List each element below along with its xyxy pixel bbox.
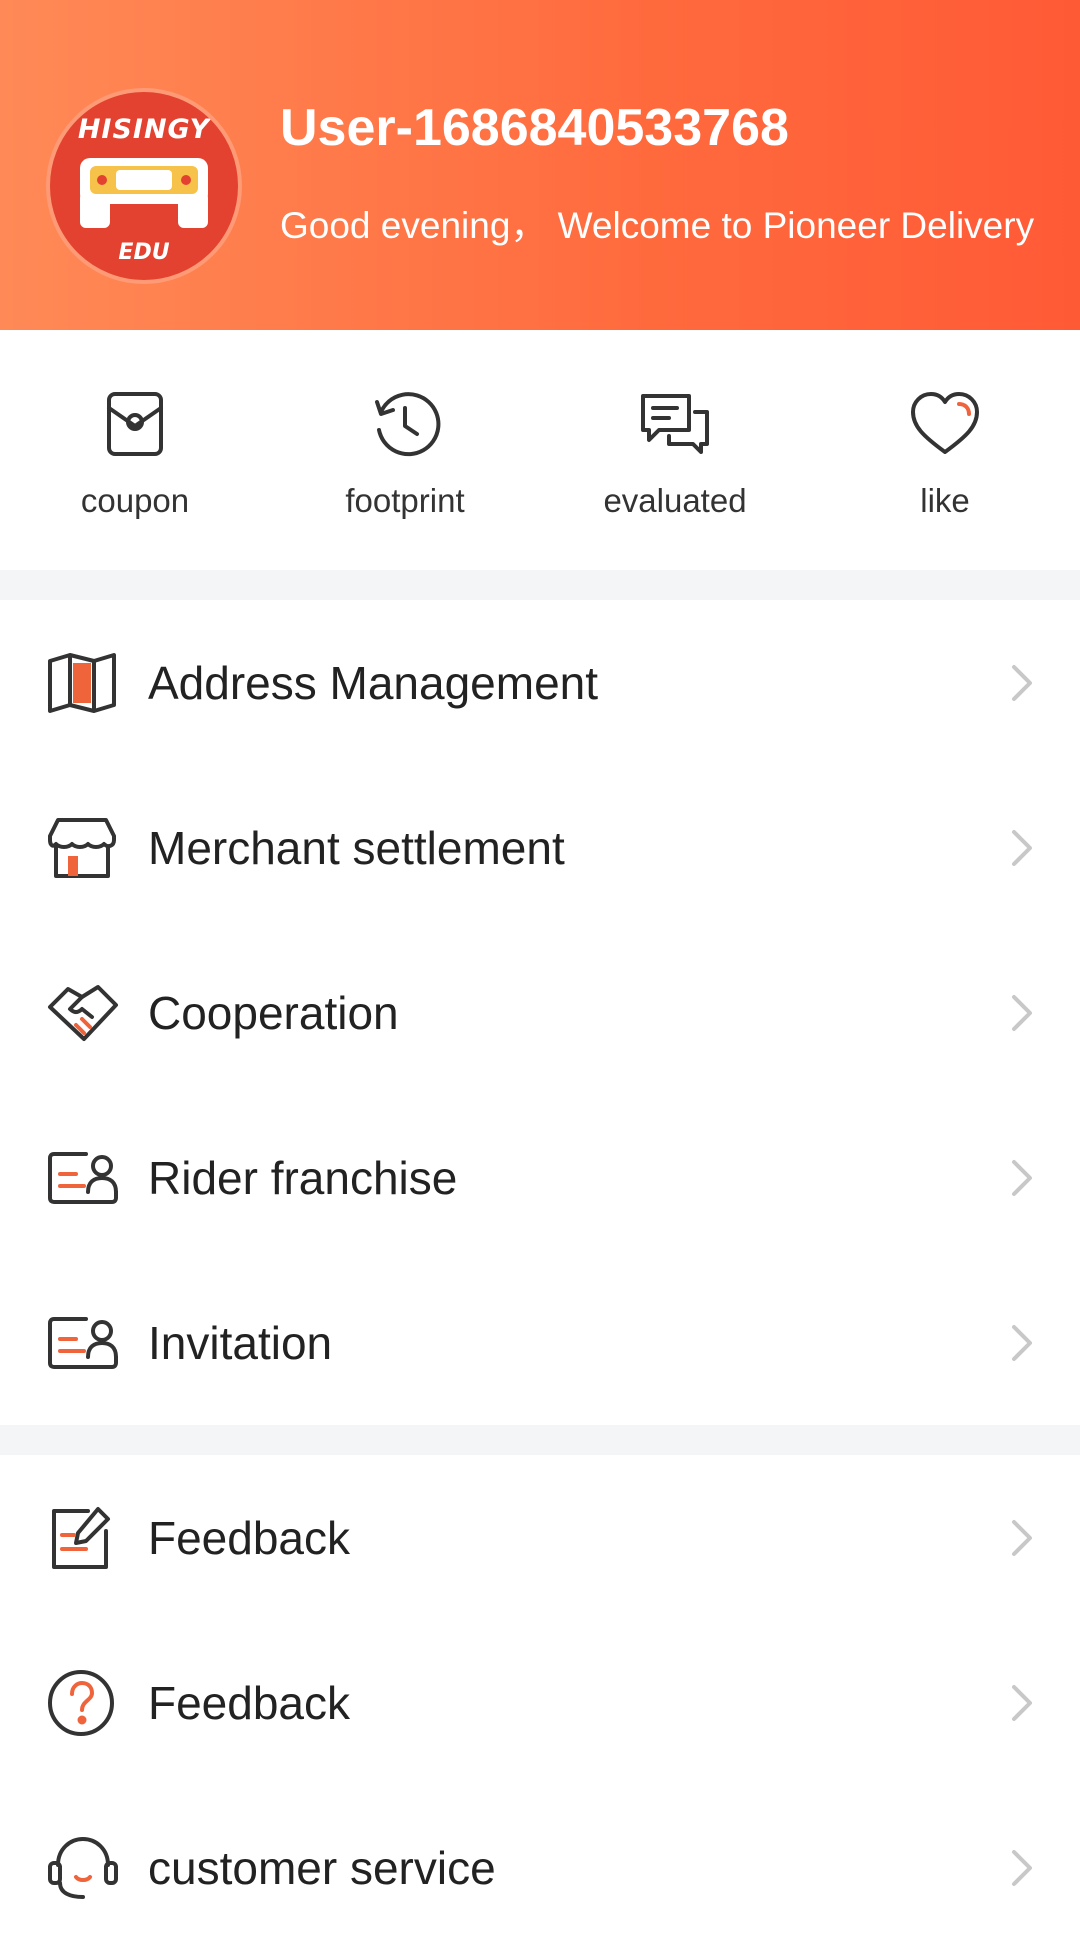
id-card-icon — [48, 1316, 118, 1369]
chevron-right-icon — [1012, 1324, 1032, 1361]
profile-header: HISINGY EDU User-1686840533768 Good even… — [0, 0, 1080, 330]
avatar[interactable]: HISINGY EDU — [46, 88, 242, 284]
quick-action-evaluated[interactable]: evaluated — [540, 388, 810, 520]
menu-item-label: Cooperation — [148, 986, 399, 1039]
question-icon — [48, 1669, 114, 1736]
menu-item-invitation[interactable]: Invitation — [0, 1260, 1080, 1425]
avatar-logo-top-text: HISINGY — [77, 114, 211, 145]
quick-action-label: footprint — [345, 482, 465, 519]
menu-item-cooperation[interactable]: Cooperation — [0, 930, 1080, 1095]
quick-action-like[interactable]: like — [810, 388, 1080, 520]
gamepad-logo-icon — [80, 158, 208, 228]
menu-item-feedback[interactable]: Feedback — [0, 1455, 1080, 1620]
quick-actions-bar: coupon footprint evaluated like — [0, 330, 1080, 570]
section-divider — [0, 570, 1080, 600]
avatar-logo-bottom-text: EDU — [118, 240, 170, 265]
heart-icon — [911, 392, 979, 454]
edit-note-icon — [52, 1506, 110, 1569]
history-icon — [375, 392, 441, 457]
quick-action-label: coupon — [80, 482, 190, 519]
menu-item-merchant-settlement[interactable]: Merchant settlement — [0, 765, 1080, 930]
chevron-right-icon — [1012, 1159, 1032, 1196]
chevron-right-icon — [1012, 664, 1032, 701]
menu-item-customer-service[interactable]: customer service — [0, 1785, 1080, 1950]
quick-action-footprint[interactable]: footprint — [270, 388, 540, 520]
chevron-right-icon — [1012, 994, 1032, 1031]
headset-icon — [48, 1836, 118, 1899]
quick-action-label: like — [920, 482, 970, 519]
id-card-icon — [48, 1151, 118, 1204]
chevron-right-icon — [1012, 1849, 1032, 1886]
chevron-right-icon — [1012, 1684, 1032, 1721]
store-icon — [48, 817, 116, 878]
map-icon — [48, 652, 116, 713]
coupon-icon — [107, 392, 163, 456]
menu-item-rider-franchise[interactable]: Rider franchise — [0, 1095, 1080, 1260]
menu-item-label: customer service — [148, 1841, 496, 1894]
menu-item-label: Feedback — [148, 1676, 351, 1729]
menu-item-label: Feedback — [148, 1511, 351, 1564]
menu-item-label: Rider franchise — [148, 1151, 458, 1204]
username: User-1686840533768 — [280, 99, 789, 157]
comment-icon — [641, 394, 709, 454]
menu-item-label: Address Management — [148, 656, 599, 709]
menu-item-label: Invitation — [148, 1316, 333, 1369]
handshake-icon — [48, 984, 118, 1041]
menu-item-help[interactable]: Feedback — [0, 1620, 1080, 1785]
chevron-right-icon — [1012, 1519, 1032, 1556]
greeting-text: Good evening， Welcome to Pioneer Deliver… — [280, 205, 1035, 246]
chevron-right-icon — [1012, 829, 1032, 866]
quick-action-coupon[interactable]: coupon — [0, 388, 270, 520]
quick-action-label: evaluated — [603, 482, 747, 519]
menu-item-address-management[interactable]: Address Management — [0, 600, 1080, 765]
menu-item-label: Merchant settlement — [148, 821, 565, 874]
section-divider — [0, 1425, 1080, 1455]
